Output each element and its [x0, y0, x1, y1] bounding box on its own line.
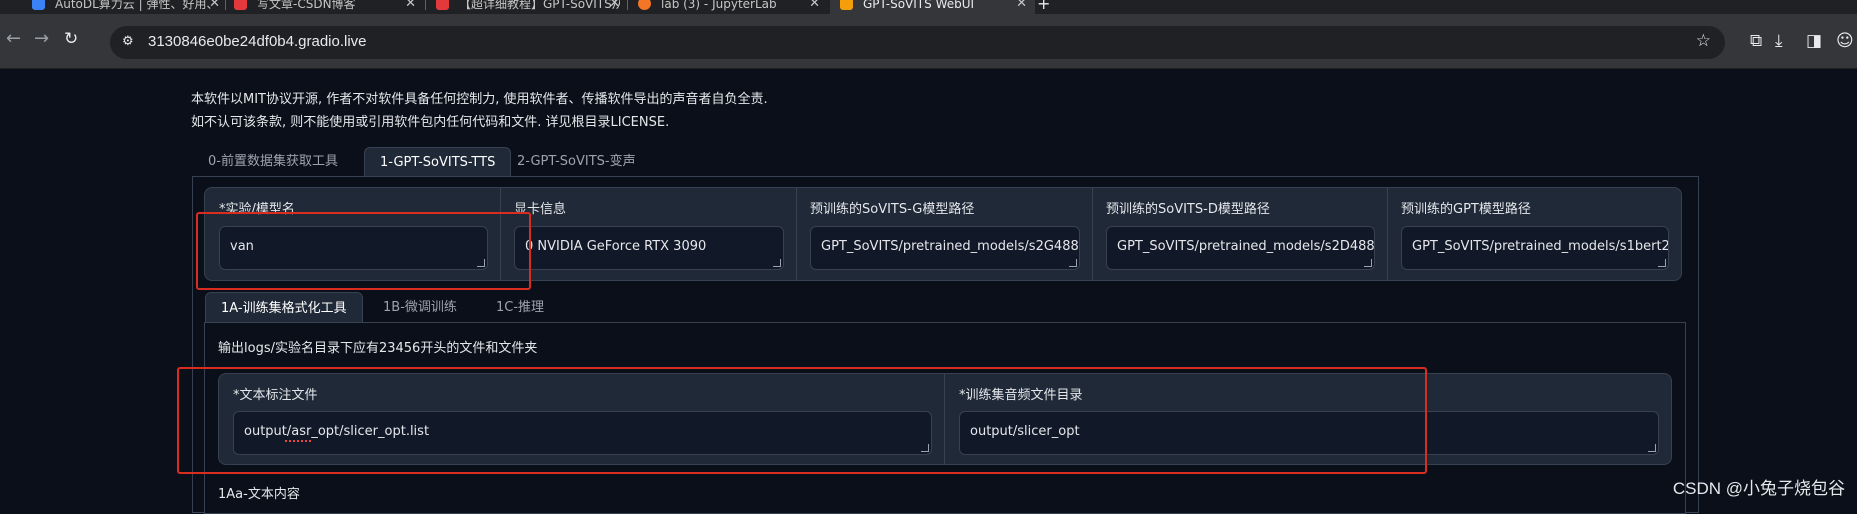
tab-inference[interactable]: 1C-推理	[481, 292, 559, 323]
browser-tab-gpt-sovits-active[interactable]: GPT-SoVITS WebUI ✕	[830, 0, 1035, 14]
resize-grip-icon[interactable]	[1658, 259, 1666, 267]
browser-tab-title: lab (3) - JupyterLab	[661, 0, 777, 11]
profile-icon[interactable]: ☺	[1836, 33, 1854, 50]
forward-arrow-icon[interactable]: →	[34, 30, 49, 48]
close-tab-icon[interactable]: ✕	[1016, 0, 1027, 11]
sovits-d-path-value: GPT_SoVITS/pretrained_models/s2D488k.pth	[1117, 239, 1375, 254]
annotation-highlight-experiment-name	[196, 212, 531, 290]
download-icon[interactable]: ⤓	[1775, 33, 1783, 50]
gpt-model-path-input[interactable]: GPT_SoVITS/pretrained_models/s1bert25hz-…	[1401, 226, 1669, 270]
resize-grip-icon[interactable]	[1648, 444, 1656, 452]
annotation-highlight-file-inputs	[177, 367, 1427, 474]
license-notice-line1: 本软件以MIT协议开源, 作者不对软件具备任何控制力, 使用软件者、传播软件导出…	[191, 92, 768, 107]
plus-icon: +	[1037, 0, 1051, 13]
resize-grip-icon[interactable]	[1364, 259, 1372, 267]
csdn-favicon-icon	[234, 0, 247, 10]
license-notice-line2: 如不认可该条款, 则不能使用或引用软件包内任何代码和文件. 详见根目录LICEN…	[191, 115, 670, 130]
bookmark-star-icon[interactable]: ☆	[1696, 31, 1711, 51]
tab-gpt-sovits-tts[interactable]: 1-GPT-SoVITS-TTS	[364, 147, 512, 178]
site-settings-icon[interactable]: ⚙	[122, 34, 134, 49]
browser-tab-csdn-tutorial[interactable]: 【超详细教程】GPT-SoVITS从 ✕	[436, 0, 620, 14]
sovits-d-path-label: 预训练的SoVITS-D模型路径	[1106, 202, 1270, 217]
sovits-g-path-field: 预训练的SoVITS-G模型路径 GPT_SoVITS/pretrained_m…	[796, 188, 1093, 280]
resize-grip-icon[interactable]	[773, 259, 781, 267]
gpt-model-path-label: 预训练的GPT模型路径	[1401, 202, 1531, 217]
sovits-d-path-field: 预训练的SoVITS-D模型路径 GPT_SoVITS/pretrained_m…	[1092, 188, 1388, 280]
tab-dataset-tools[interactable]: 0-前置数据集获取工具	[193, 147, 353, 177]
close-tab-icon[interactable]: ✕	[209, 0, 220, 11]
section-title-text-content: 1Aa-文本内容	[218, 487, 300, 502]
reload-icon[interactable]: ↻	[64, 31, 78, 48]
side-panel-icon[interactable]: ◨	[1806, 33, 1822, 50]
gpu-info-input[interactable]: 0 NVIDIA GeForce RTX 3090	[514, 226, 784, 270]
close-tab-icon[interactable]: ✕	[405, 0, 416, 11]
browser-tab-title: 写文章-CSDN博客	[257, 0, 356, 11]
gpt-model-path-value: GPT_SoVITS/pretrained_models/s1bert25hz-…	[1412, 239, 1669, 254]
browser-tab-title: 【超详细教程】GPT-SoVITS从	[459, 0, 620, 11]
autodl-favicon-icon	[32, 0, 45, 10]
csdn-watermark: CSDN @小兔子烧包谷	[1672, 479, 1845, 498]
output-hint-text: 输出logs/实验名目录下应有23456开头的文件和文件夹	[218, 341, 538, 356]
tab-gpt-sovits-voice-change[interactable]: 2-GPT-SoVITS-变声	[502, 147, 651, 177]
browser-tab-autodl[interactable]: AutoDL算力云 | 弹性、好用、 ✕	[32, 0, 220, 14]
csdn-favicon-icon	[436, 0, 449, 10]
sovits-d-path-input[interactable]: GPT_SoVITS/pretrained_models/s2D488k.pth	[1106, 226, 1375, 270]
extensions-icon[interactable]: ⧉	[1750, 33, 1762, 50]
resize-grip-icon[interactable]	[1069, 259, 1077, 267]
gpt-model-path-field: 预训练的GPT模型路径 GPT_SoVITS/pretrained_models…	[1387, 188, 1681, 280]
jupyter-favicon-icon	[638, 0, 651, 10]
browser-tab-strip: AutoDL算力云 | 弹性、好用、 ✕ 写文章-CSDN博客 ✕ 【超详细教程…	[0, 0, 1857, 14]
url-text[interactable]: 3130846e0be24df0b4.gradio.live	[148, 33, 367, 50]
close-tab-icon[interactable]: ✕	[609, 0, 620, 11]
tab-finetune-training[interactable]: 1B-微调训练	[368, 292, 472, 323]
browser-tab-csdn-write[interactable]: 写文章-CSDN博客 ✕	[234, 0, 416, 14]
browser-tab-title: AutoDL算力云 | 弹性、好用、	[55, 0, 219, 11]
browser-tab-jupyterlab[interactable]: lab (3) - JupyterLab ✕	[638, 0, 820, 14]
sovits-g-path-value: GPT_SoVITS/pretrained_models/s2G488k.pth	[821, 239, 1079, 254]
sovits-g-path-label: 预训练的SoVITS-G模型路径	[810, 202, 975, 217]
tab-dataset-formatting[interactable]: 1A-训练集格式化工具	[205, 292, 363, 324]
gradio-favicon-icon	[840, 0, 853, 10]
close-tab-icon[interactable]: ✕	[809, 0, 820, 11]
browser-tab-title: GPT-SoVITS WebUI	[863, 0, 975, 11]
sovits-g-path-input[interactable]: GPT_SoVITS/pretrained_models/s2G488k.pth	[810, 226, 1080, 270]
back-arrow-icon[interactable]: ←	[6, 30, 21, 48]
gpu-info-value: 0 NVIDIA GeForce RTX 3090	[525, 239, 707, 254]
address-bar[interactable]: ⚙ 3130846e0be24df0b4.gradio.live ☆	[110, 26, 1725, 59]
gpu-info-field: 显卡信息 0 NVIDIA GeForce RTX 3090	[500, 188, 797, 280]
new-tab-button[interactable]: +	[1037, 0, 1053, 14]
